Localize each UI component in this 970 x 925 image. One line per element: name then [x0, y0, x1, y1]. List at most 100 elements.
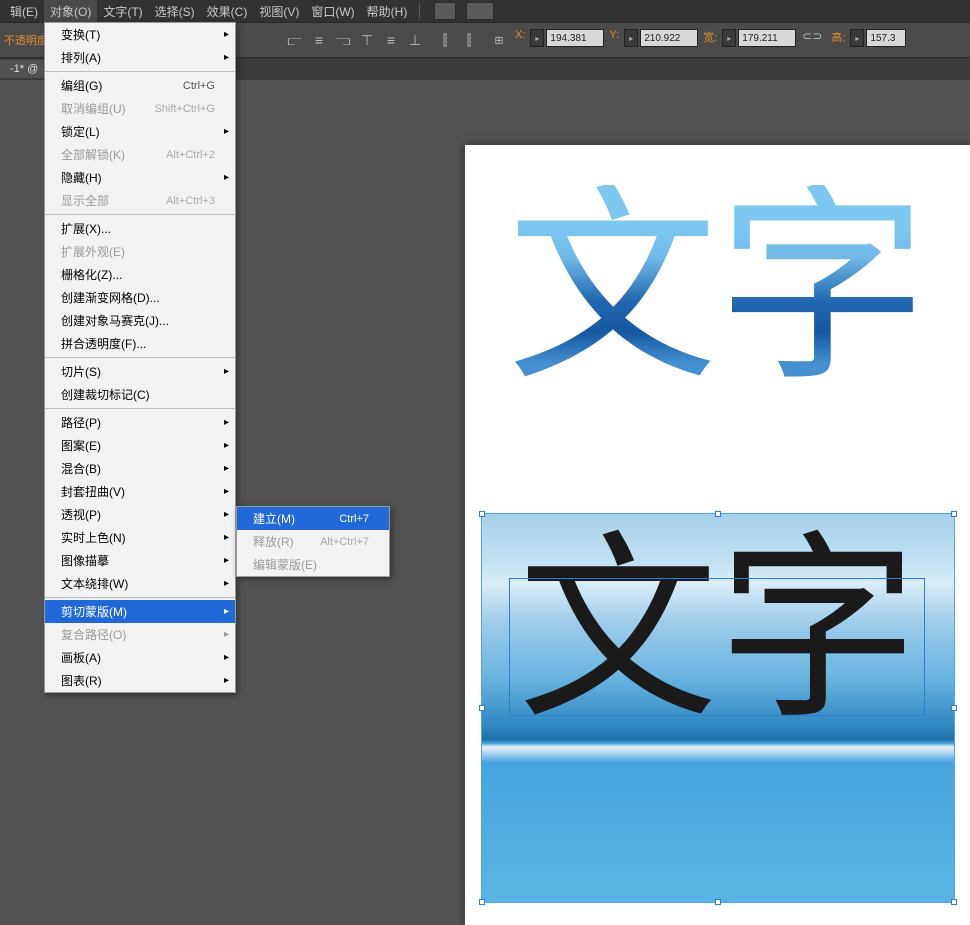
- menu-view[interactable]: 视图(V): [253, 0, 305, 23]
- align-vcenter-icon[interactable]: ≡: [380, 29, 402, 51]
- w-stepper[interactable]: ▸: [722, 29, 736, 47]
- align-right-icon[interactable]: ⫎: [332, 29, 354, 51]
- menu-edit[interactable]: 辑(E): [4, 0, 44, 23]
- align-hcenter-icon[interactable]: ≡: [308, 29, 330, 51]
- menu-separator: [45, 71, 235, 72]
- menu-item-label: 扩展外观(E): [61, 243, 125, 260]
- menu-item-label: 排列(A): [61, 49, 101, 66]
- link-wh-icon[interactable]: ⊂⊃: [802, 29, 822, 51]
- menu-item-label: 显示全部: [61, 192, 109, 209]
- menu-object[interactable]: 对象(O): [44, 0, 97, 23]
- menu-separator: [45, 214, 235, 215]
- align-group: ⫍ ≡ ⫎ ⊤ ≡ ⊥: [284, 29, 426, 51]
- bridge-icon[interactable]: [434, 2, 456, 20]
- menu-item[interactable]: 创建裁切标记(C): [45, 383, 235, 406]
- menu-item: 扩展外观(E): [45, 240, 235, 263]
- menu-shortcut: Shift+Ctrl+G: [142, 103, 215, 115]
- reference-point-icon[interactable]: ⊞: [488, 29, 510, 51]
- submenu-item: 编辑蒙版(E): [237, 553, 389, 576]
- menu-item-label: 取消编组(U): [61, 100, 126, 117]
- x-input[interactable]: 194.381: [546, 29, 604, 47]
- menu-item[interactable]: 创建对象马赛克(J)...: [45, 309, 235, 332]
- artboard[interactable]: 文字 文字: [465, 145, 970, 925]
- menu-separator: [45, 597, 235, 598]
- align-top-icon[interactable]: ⊤: [356, 29, 378, 51]
- menu-item[interactable]: 编组(G)Ctrl+G: [45, 74, 235, 97]
- menu-item-label: 栅格化(Z)...: [61, 266, 122, 283]
- menu-item[interactable]: 拼合透明度(F)...: [45, 332, 235, 355]
- menu-item[interactable]: 排列(A): [45, 46, 235, 69]
- menu-item[interactable]: 透视(P): [45, 503, 235, 526]
- handle-tc[interactable]: [715, 511, 721, 517]
- menu-item: 显示全部Alt+Ctrl+3: [45, 189, 235, 212]
- align-bottom-icon[interactable]: ⊥: [404, 29, 426, 51]
- w-input[interactable]: 179.211: [738, 29, 796, 47]
- menu-item[interactable]: 扩展(X)...: [45, 217, 235, 240]
- menu-item-label: 路径(P): [61, 414, 101, 431]
- menu-item-label: 锁定(L): [61, 123, 100, 140]
- masked-text-result[interactable]: 文字: [507, 185, 927, 395]
- clipping-mask-submenu: 建立(M) Ctrl+7 释放(R) Alt+Ctrl+7 编辑蒙版(E): [236, 506, 390, 577]
- menu-window[interactable]: 窗口(W): [305, 0, 360, 23]
- menu-item-label: 拼合透明度(F)...: [61, 335, 146, 352]
- handle-tr[interactable]: [951, 511, 957, 517]
- menu-item[interactable]: 实时上色(N): [45, 526, 235, 549]
- arrange-docs-icon[interactable]: [466, 2, 494, 20]
- separator: [419, 3, 420, 19]
- handle-bl[interactable]: [479, 899, 485, 905]
- menu-select[interactable]: 选择(S): [149, 0, 201, 23]
- menu-item[interactable]: 锁定(L): [45, 120, 235, 143]
- handle-mr[interactable]: [951, 705, 957, 711]
- menu-item[interactable]: 封套扭曲(V): [45, 480, 235, 503]
- menu-item[interactable]: 切片(S): [45, 360, 235, 383]
- submenu-item: 释放(R) Alt+Ctrl+7: [237, 530, 389, 553]
- handle-tl[interactable]: [479, 511, 485, 517]
- submenu-item[interactable]: 建立(M) Ctrl+7: [237, 507, 389, 530]
- menu-help[interactable]: 帮助(H): [361, 0, 414, 23]
- menu-item[interactable]: 图案(E): [45, 434, 235, 457]
- menu-type[interactable]: 文字(T): [97, 0, 148, 23]
- y-stepper[interactable]: ▸: [624, 29, 638, 47]
- menu-item[interactable]: 图表(R): [45, 669, 235, 692]
- align-left-icon[interactable]: ⫍: [284, 29, 306, 51]
- menu-effect[interactable]: 效果(C): [201, 0, 254, 23]
- menu-item-label: 扩展(X)...: [61, 220, 111, 237]
- y-input[interactable]: 210.922: [640, 29, 698, 47]
- menu-item-label: 创建渐变网格(D)...: [61, 289, 160, 306]
- document-tab[interactable]: -1* @: [0, 60, 49, 78]
- menu-item-label: 隐藏(H): [61, 169, 102, 186]
- menu-shortcut: Alt+Ctrl+2: [154, 149, 215, 161]
- menu-item-label: 透视(P): [61, 506, 101, 523]
- menu-separator: [45, 357, 235, 358]
- menu-separator: [45, 408, 235, 409]
- handle-bc[interactable]: [715, 899, 721, 905]
- h-input[interactable]: 157.3: [866, 29, 906, 47]
- submenu-item-label: 释放(R): [253, 533, 294, 550]
- menu-item[interactable]: 混合(B): [45, 457, 235, 480]
- distribute-v-icon[interactable]: ⫿: [458, 29, 480, 51]
- h-stepper[interactable]: ▸: [850, 29, 864, 47]
- w-label: 宽:: [703, 29, 717, 51]
- menu-item[interactable]: 变换(T): [45, 23, 235, 46]
- distribute-h-icon[interactable]: ⫿: [434, 29, 456, 51]
- menu-item[interactable]: 剪切蒙版(M): [45, 600, 235, 623]
- menu-item[interactable]: 栅格化(Z)...: [45, 263, 235, 286]
- handle-br[interactable]: [951, 899, 957, 905]
- menu-item[interactable]: 路径(P): [45, 411, 235, 434]
- transform-panel: ⊞ X: ▸ 194.381 Y: ▸ 210.922 宽: ▸ 179.211…: [488, 29, 906, 51]
- menu-item[interactable]: 图像描摹: [45, 549, 235, 572]
- submenu-item-label: 建立(M): [253, 510, 295, 527]
- menu-item[interactable]: 画板(A): [45, 646, 235, 669]
- x-label: X:: [515, 29, 525, 51]
- menu-shortcut: Ctrl+7: [327, 513, 369, 525]
- menu-item-label: 混合(B): [61, 460, 101, 477]
- menu-item-label: 实时上色(N): [61, 529, 126, 546]
- menu-shortcut: Ctrl+G: [171, 80, 215, 92]
- handle-ml[interactable]: [479, 705, 485, 711]
- x-stepper[interactable]: ▸: [530, 29, 544, 47]
- menu-item[interactable]: 隐藏(H): [45, 166, 235, 189]
- menu-item[interactable]: 创建渐变网格(D)...: [45, 286, 235, 309]
- menu-item-label: 切片(S): [61, 363, 101, 380]
- menu-item[interactable]: 文本绕排(W): [45, 572, 235, 595]
- menu-shortcut: Alt+Ctrl+7: [308, 536, 369, 548]
